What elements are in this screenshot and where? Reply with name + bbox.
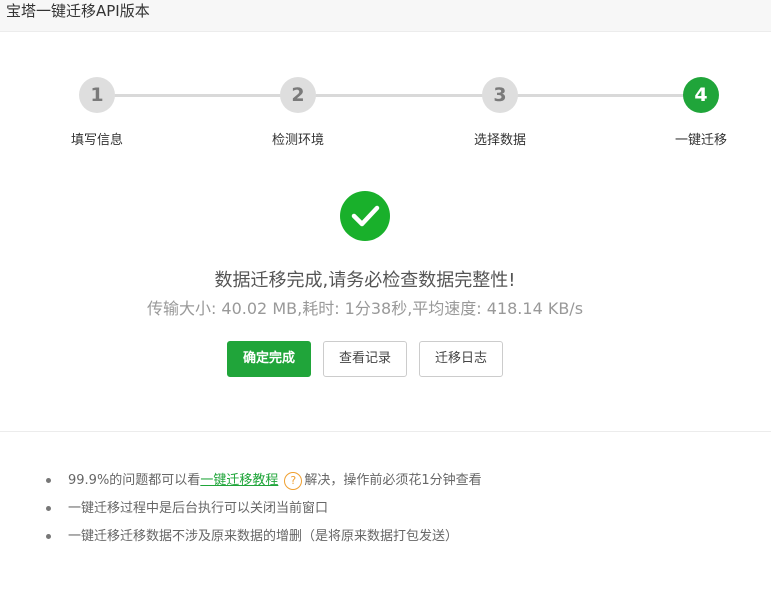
tip-3-text: 一键迁移迁移数据不涉及原来数据的增删（是将原来数据打包发送） xyxy=(68,529,459,544)
check-circle-icon xyxy=(340,191,390,241)
step-2: 2 检测环境 xyxy=(238,77,358,148)
result-stats: 传输大小: 40.02 MB,耗时: 1分38秒,平均速度: 418.14 KB… xyxy=(146,299,584,318)
confirm-finish-button[interactable]: 确定完成 xyxy=(227,341,311,377)
step-4-label: 一键迁移 xyxy=(674,133,727,148)
step-1: 1 填写信息 xyxy=(37,77,157,148)
window-titlebar: 宝塔一键迁移API版本 xyxy=(0,0,771,32)
tip-item: 一键迁移迁移数据不涉及原来数据的增删（是将原来数据打包发送） xyxy=(0,526,771,554)
tutorial-link[interactable]: 一键迁移教程 xyxy=(200,473,278,488)
step-progress: 1 填写信息 2 检测环境 3 选择数据 4 一键迁移 xyxy=(0,60,771,160)
result-title: 数据迁移完成,请务必检查数据完整性! xyxy=(214,270,516,291)
bullet-icon xyxy=(46,534,51,539)
bullet-icon xyxy=(46,506,51,511)
step-1-label: 填写信息 xyxy=(70,133,123,148)
window-title: 宝塔一键迁移API版本 xyxy=(6,2,150,20)
section-divider xyxy=(0,431,771,432)
migration-log-button[interactable]: 迁移日志 xyxy=(419,341,503,377)
tip-2-text: 一键迁移过程中是后台执行可以关闭当前窗口 xyxy=(68,501,329,516)
step-3: 3 选择数据 xyxy=(440,77,560,148)
view-records-button[interactable]: 查看记录 xyxy=(323,341,407,377)
question-icon[interactable]: ? xyxy=(284,472,303,490)
step-connector-line xyxy=(97,94,702,97)
tip-1-suffix: 解决，操作前必须花1分钟查看 xyxy=(304,473,482,488)
step-4: 4 一键迁移 xyxy=(641,77,761,148)
step-4-number: 4 xyxy=(683,77,719,113)
step-3-label: 选择数据 xyxy=(473,133,526,148)
step-2-label: 检测环境 xyxy=(271,133,324,148)
tip-item: 一键迁移过程中是后台执行可以关闭当前窗口 xyxy=(0,498,771,526)
bullet-icon xyxy=(46,478,51,483)
step-2-number: 2 xyxy=(280,77,316,113)
step-3-number: 3 xyxy=(482,77,518,113)
step-1-number: 1 xyxy=(79,77,115,113)
tip-item: 99.9%的问题都可以看一键迁移教程? 解决，操作前必须花1分钟查看 xyxy=(0,470,771,498)
tips-list: 99.9%的问题都可以看一键迁移教程? 解决，操作前必须花1分钟查看 一键迁移过程… xyxy=(0,470,771,554)
tip-1-prefix: 99.9%的问题都可以看 xyxy=(68,473,201,488)
